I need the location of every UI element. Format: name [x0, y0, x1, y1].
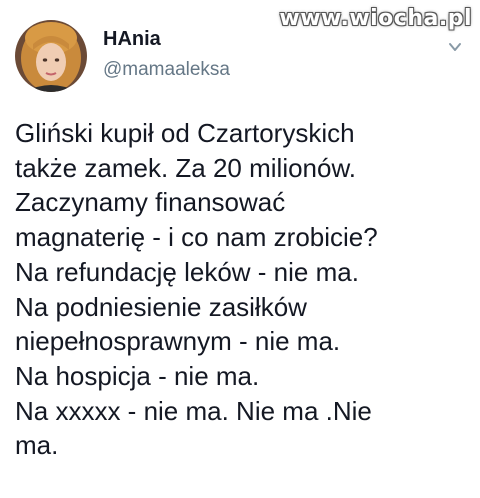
author-names: HAnia @mamaaleksa: [103, 28, 230, 81]
tweet-line: Gliński kupił od Czartoryskich: [15, 118, 355, 148]
tweet-line: także zamek. Za 20 milionów.: [15, 152, 357, 183]
tweet-header: HAnia @mamaaleksa: [15, 20, 230, 92]
tweet-line: niepełnosprawnym - nie ma.: [15, 326, 341, 357]
tweet-line: Zaczynamy finansować: [15, 187, 286, 218]
chevron-down-icon[interactable]: [448, 40, 462, 54]
tweet-line: ma.: [15, 430, 59, 461]
avatar-photo-icon: [15, 20, 87, 92]
avatar[interactable]: [15, 20, 87, 92]
watermark-logo: www.wiocha.pl: [279, 6, 472, 31]
tweet-line: magnaterię - i co nam zrobicie?: [15, 222, 378, 253]
tweet-line: Na podniesienie zasiłków: [15, 291, 307, 322]
tweet-line: Na hospicja - nie ma.: [15, 360, 260, 391]
author-handle[interactable]: @mamaaleksa: [103, 59, 230, 81]
tweet-line: Na xxxxx - nie ma. Nie ma .Nie: [15, 395, 372, 426]
tweet-line: Na refundację leków - nie ma.: [15, 256, 359, 287]
tweet-text: Gliński kupił od Czartoryskich także zam…: [15, 116, 470, 463]
author-display-name[interactable]: HAnia: [103, 28, 230, 51]
